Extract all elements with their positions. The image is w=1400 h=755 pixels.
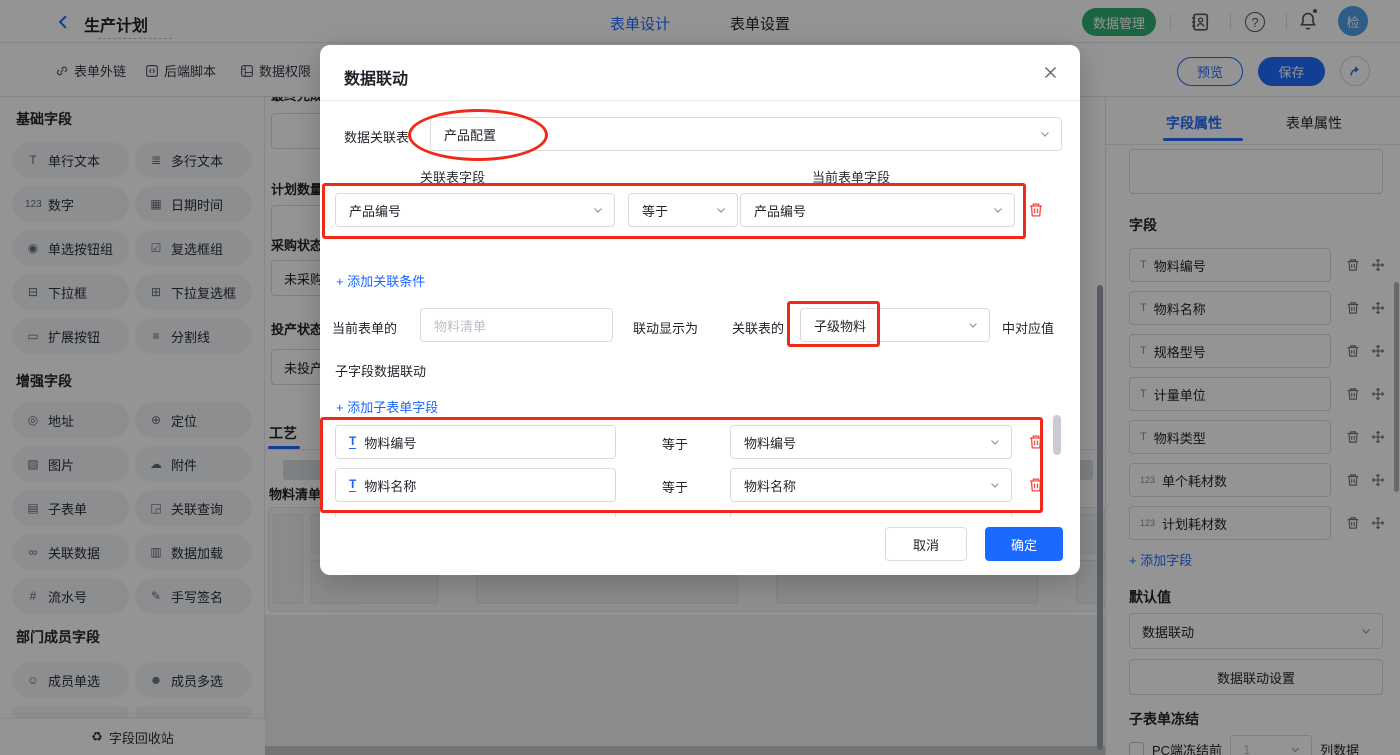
cancel-button[interactable]: 取消 xyxy=(885,527,967,561)
sub-row-left-value: 物料编号 xyxy=(364,433,416,452)
sub-row-left-field[interactable]: T 物料编号 xyxy=(335,425,616,459)
sub-row-right-select-clipped[interactable] xyxy=(730,511,1012,517)
relation-table-select[interactable]: 产品配置 xyxy=(430,117,1062,151)
condition-right-value: 产品编号 xyxy=(754,201,806,220)
condition-operator-value: 等于 xyxy=(642,201,668,220)
delete-sub-row-icon[interactable] xyxy=(1028,434,1044,450)
chevron-down-icon xyxy=(992,204,1004,216)
sub-rows-scroll-area: T 物料编号 等于 物料编号 T 物料名称 等于 物料名称 xyxy=(320,420,1080,517)
condition-right-select[interactable]: 产品编号 xyxy=(740,193,1015,227)
related-table-field-select[interactable]: 子级物料 xyxy=(800,308,990,342)
current-form-label: 当前表单的 xyxy=(332,318,397,337)
delete-sub-row-icon[interactable] xyxy=(1028,477,1044,493)
column-header-left: 关联表字段 xyxy=(420,167,485,186)
sub-row-right-select[interactable]: 物料编号 xyxy=(730,425,1012,459)
chevron-down-icon xyxy=(967,319,979,331)
text-type-icon: T xyxy=(349,478,356,492)
add-condition-link[interactable]: + 添加关联条件 xyxy=(336,271,425,290)
sub-row-operator: 等于 xyxy=(662,434,688,453)
close-icon[interactable] xyxy=(1043,65,1058,80)
modal-scrollbar[interactable] xyxy=(1053,415,1061,455)
current-form-field-input[interactable]: 物料清单 xyxy=(420,308,613,342)
app-screen: 生产计划 表单设计 表单设置 数据管理 ? 检 表单外链 后端脚本 数据权限 预… xyxy=(0,0,1400,755)
chevron-down-icon xyxy=(989,479,1001,491)
chevron-down-icon xyxy=(592,204,604,216)
chevron-down-icon xyxy=(715,204,727,216)
relation-table-label: 数据关联表 xyxy=(344,127,409,146)
chevron-down-icon xyxy=(1039,128,1051,140)
sub-row-left-field-clipped[interactable] xyxy=(335,511,616,517)
sub-row-right-select[interactable]: 物料名称 xyxy=(730,468,1012,502)
relation-table-value: 产品配置 xyxy=(444,125,496,144)
sub-row-left-value: 物料名称 xyxy=(364,476,416,495)
chevron-down-icon xyxy=(989,436,1001,448)
divider xyxy=(320,100,1080,101)
column-header-right: 当前表单字段 xyxy=(812,167,890,186)
sub-row-operator: 等于 xyxy=(662,477,688,496)
sub-row-right-value: 物料名称 xyxy=(744,476,796,495)
text-type-icon: T xyxy=(349,435,356,449)
delete-condition-icon[interactable] xyxy=(1028,202,1044,218)
current-form-field-value: 物料清单 xyxy=(434,316,486,335)
condition-left-value: 产品编号 xyxy=(349,201,401,220)
sub-row-left-field[interactable]: T 物料名称 xyxy=(335,468,616,502)
confirm-button[interactable]: 确定 xyxy=(985,527,1063,561)
condition-left-select[interactable]: 产品编号 xyxy=(335,193,615,227)
sub-field-section-label: 子字段数据联动 xyxy=(335,361,426,380)
corresponding-value-label: 中对应值 xyxy=(1002,318,1054,337)
related-table-field-value: 子级物料 xyxy=(814,316,866,335)
data-linkage-modal: 数据联动 数据关联表 产品配置 关联表字段 当前表单字段 产品编号 等于 产品编… xyxy=(320,45,1080,575)
linkage-display-label: 联动显示为 xyxy=(633,318,698,337)
related-table-label: 关联表的 xyxy=(732,318,784,337)
modal-title: 数据联动 xyxy=(344,65,408,89)
add-subform-field-link[interactable]: + 添加子表单字段 xyxy=(336,397,438,416)
condition-operator-select[interactable]: 等于 xyxy=(628,193,738,227)
sub-row-right-value: 物料编号 xyxy=(744,433,796,452)
